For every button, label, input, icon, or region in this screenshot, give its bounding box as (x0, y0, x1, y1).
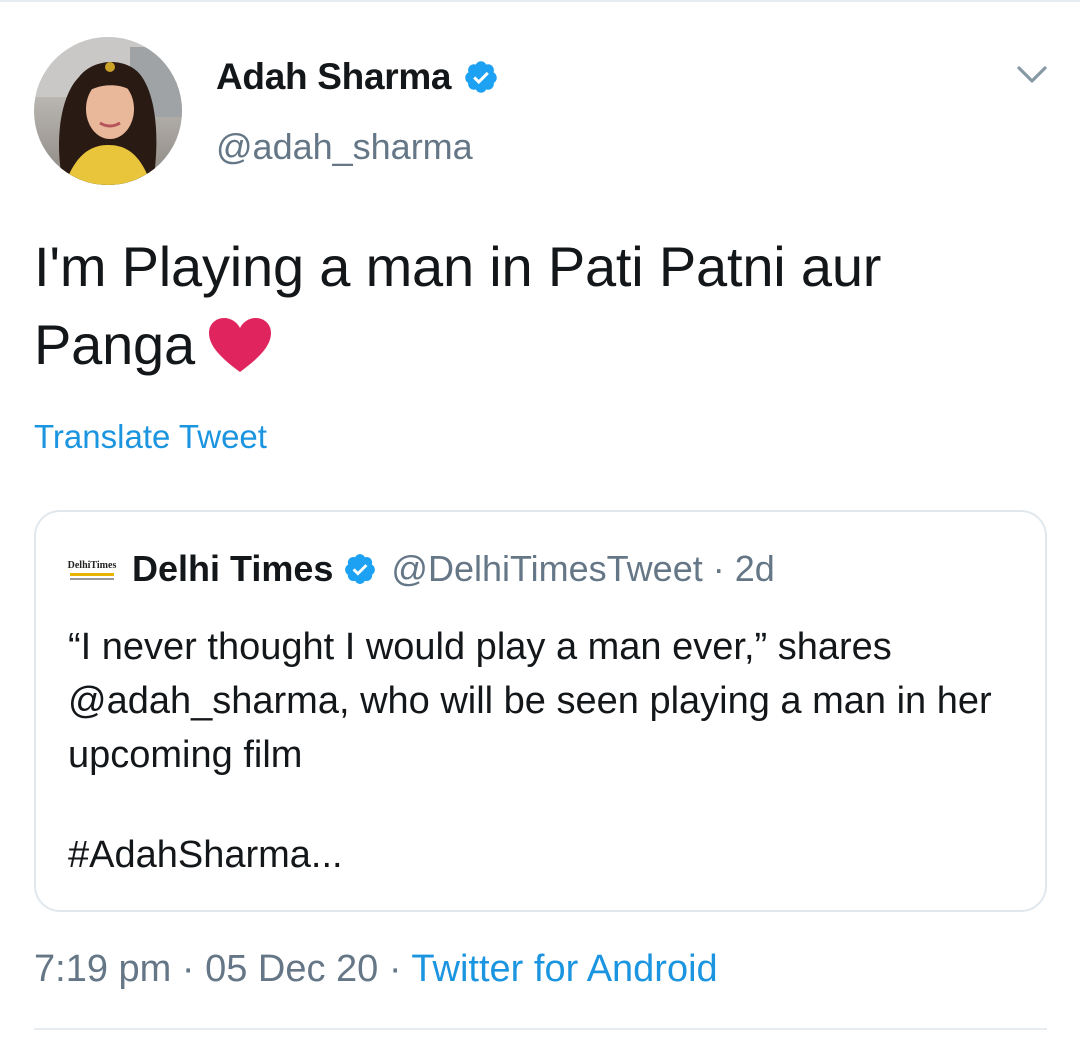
chevron-down-icon[interactable] (1014, 62, 1050, 90)
quoted-tweet-hashtag: #AdahSharma... (68, 834, 343, 876)
svg-text:DelhiTimes: DelhiTimes (68, 560, 117, 571)
quoted-tweet-text: “I never thought I would play a man ever… (68, 626, 992, 776)
top-divider (0, 0, 1080, 2)
meta-separator: · (378, 948, 412, 990)
author-display-name[interactable]: Adah Sharma (216, 56, 452, 98)
tweet-time: 7:19 pm (34, 948, 172, 990)
verified-badge-icon (465, 61, 497, 93)
tweet-source-link[interactable]: Twitter for Android (411, 948, 717, 990)
avatar-photo (34, 37, 182, 185)
quoted-tweet-header: DelhiTimes Delhi Times @DelhiTimesTweet … (66, 548, 775, 590)
tweet-text: I'm Playing a man in Pati Patni aur Pang… (34, 228, 1044, 384)
author-avatar[interactable] (34, 37, 182, 185)
translate-tweet-link[interactable]: Translate Tweet (34, 418, 267, 456)
meta-separator: · (171, 948, 206, 990)
quoted-separator: · (712, 548, 725, 589)
author-handle[interactable]: @adah_sharma (216, 126, 473, 168)
delhi-times-logo-icon: DelhiTimes (66, 554, 118, 584)
red-heart-icon (208, 318, 271, 372)
tweet-date: 05 Dec 20 (205, 948, 379, 990)
quoted-author-handle: @DelhiTimesTweet (391, 548, 703, 589)
verified-badge-icon (345, 554, 376, 584)
tweet-detail-page: Adah Sharma @adah_sharma I'm Playing a m… (0, 0, 1080, 1053)
tweet-meta: 7:19 pm · 05 Dec 20 · Twitter for Androi… (34, 948, 718, 991)
quoted-tweet-card[interactable]: DelhiTimes Delhi Times @DelhiTimesTweet … (34, 510, 1047, 912)
quoted-author-name: Delhi Times (132, 548, 334, 589)
author-name-row[interactable]: Adah Sharma (216, 56, 499, 98)
bottom-divider (34, 1028, 1047, 1030)
tweet-text-content: I'm Playing a man in Pati Patni aur Pang… (34, 235, 882, 376)
quoted-timestamp: 2d (734, 548, 775, 589)
